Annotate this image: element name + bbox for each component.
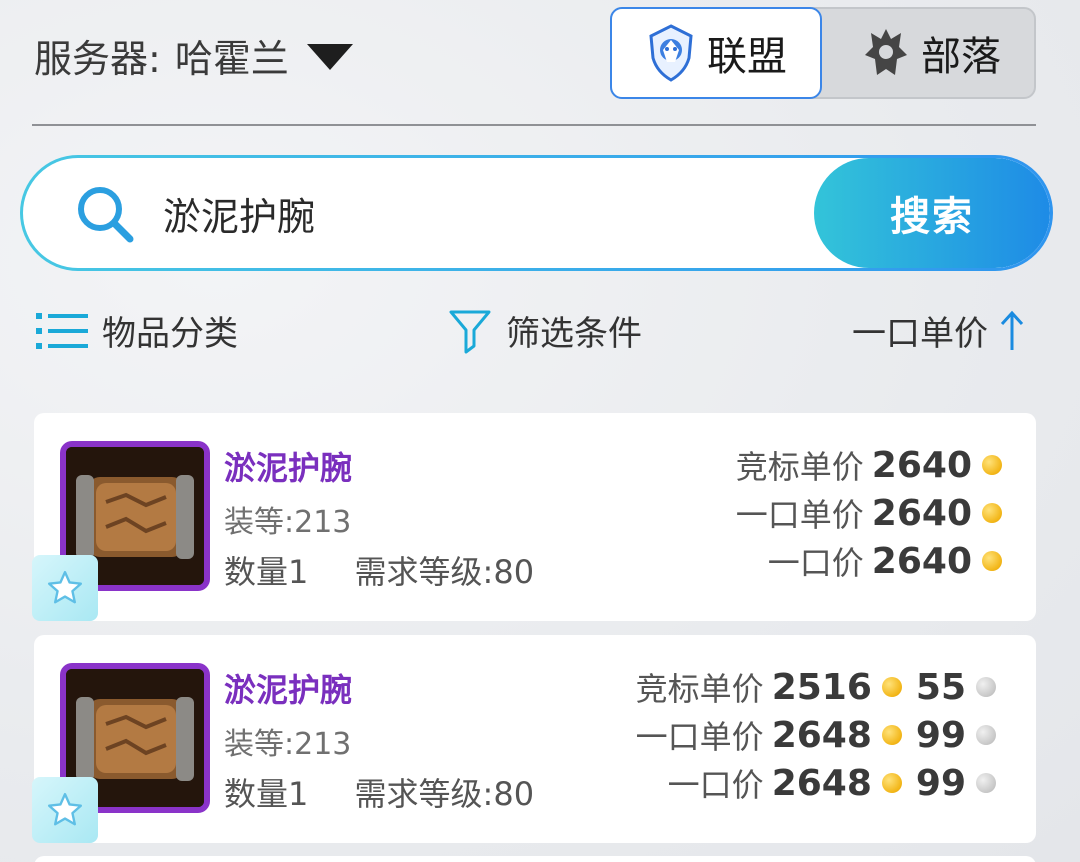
item-level: 装等:213 — [224, 727, 352, 762]
item-quantity: 数量1 — [224, 553, 309, 591]
category-label: 物品分类 — [102, 314, 238, 354]
horde-tab[interactable]: 部落 — [824, 7, 1038, 99]
list-item[interactable]: 淤泥护腕 装等:213 数量1 需求等级:80 竞标单价 2516 55 一口单… — [32, 635, 1036, 843]
search-button[interactable]: 搜索 — [814, 158, 1050, 268]
item-quantity: 数量1 — [224, 775, 309, 813]
bid-price-gold: 2640 — [871, 444, 972, 486]
item-name: 淤泥护腕 — [224, 671, 353, 709]
header: 服务器: 哈霍兰 联盟 部落 — [0, 0, 1080, 126]
bid-price-label: 竞标单价 — [735, 448, 864, 486]
search-input[interactable] — [163, 182, 783, 244]
gold-coin-icon — [881, 725, 902, 745]
list-item[interactable]: 淤泥护腕 装等:213 数量1 需求等级:80 竞标单价 2640 一口单价 2… — [32, 413, 1036, 621]
gold-coin-icon — [982, 503, 1002, 523]
silver-coin-icon — [976, 725, 996, 745]
buyout-gold: 2640 — [871, 540, 972, 582]
sort-button[interactable]: 一口单价 — [852, 306, 1024, 355]
alliance-crest-icon — [649, 24, 693, 82]
alliance-label: 联盟 — [707, 34, 787, 80]
category-button[interactable]: 物品分类 — [36, 306, 238, 355]
filter-label: 筛选条件 — [506, 314, 642, 354]
horde-crest-icon — [865, 29, 907, 75]
bid-price-label: 竞标单价 — [635, 670, 764, 708]
server-selector[interactable]: 服务器: 哈霍兰 — [34, 28, 353, 83]
faction-toggle: 联盟 部落 — [610, 7, 1036, 99]
favorite-star-icon[interactable] — [32, 555, 98, 621]
funnel-icon — [449, 310, 491, 353]
search-bar: 搜索 — [20, 155, 1053, 271]
sort-label: 一口单价 — [852, 314, 988, 354]
buyout-row: 一口价 2640 — [736, 537, 1002, 585]
item-required-level: 需求等级:80 — [354, 775, 535, 813]
price-block: 竞标单价 2640 一口单价 2640 一口价 2640 — [736, 441, 1002, 585]
buyout-silver: 99 — [915, 762, 966, 804]
unit-buyout-label: 一口单价 — [635, 718, 764, 756]
favorite-star-icon[interactable] — [32, 777, 98, 843]
price-block: 竞标单价 2516 55 一口单价 2648 99 一口价 2648 99 — [636, 663, 1002, 807]
horde-label: 部落 — [921, 34, 1001, 80]
silver-coin-icon — [976, 677, 996, 697]
arrow-up-icon — [1000, 310, 1024, 350]
unit-buyout-row: 一口单价 2640 — [736, 489, 1002, 537]
bid-price-row: 竞标单价 2516 55 — [636, 663, 1002, 711]
search-icon — [78, 187, 134, 243]
bid-price-gold: 2516 — [771, 666, 872, 708]
list-icon — [36, 312, 88, 349]
next-card-edge — [34, 856, 1036, 862]
buyout-label: 一口价 — [667, 766, 764, 804]
buyout-label: 一口价 — [767, 544, 864, 582]
item-meta: 数量1 需求等级:80 — [224, 769, 534, 815]
unit-buyout-gold: 2648 — [771, 714, 872, 756]
silver-coin-icon — [976, 773, 996, 793]
gold-coin-icon — [881, 773, 902, 793]
unit-buyout-label: 一口单价 — [735, 496, 864, 534]
caret-down-icon — [306, 43, 353, 70]
unit-buyout-row: 一口单价 2648 99 — [636, 711, 1002, 759]
filter-button[interactable]: 筛选条件 — [448, 306, 642, 355]
server-label: 服务器: — [34, 37, 161, 81]
gold-coin-icon — [982, 455, 1002, 475]
item-name: 淤泥护腕 — [224, 449, 353, 487]
item-required-level: 需求等级:80 — [354, 553, 535, 591]
bid-price-row: 竞标单价 2640 — [736, 441, 1002, 489]
filter-bar: 物品分类 筛选条件 一口单价 — [0, 296, 1080, 360]
bid-price-silver: 55 — [915, 666, 966, 708]
alliance-tab[interactable]: 联盟 — [610, 7, 822, 99]
buyout-gold: 2648 — [771, 762, 872, 804]
item-level: 装等:213 — [224, 505, 352, 540]
item-meta: 数量1 需求等级:80 — [224, 547, 534, 593]
unit-buyout-gold: 2640 — [871, 492, 972, 534]
gold-coin-icon — [982, 551, 1002, 571]
server-value: 哈霍兰 — [174, 37, 289, 81]
header-divider — [32, 124, 1036, 126]
unit-buyout-silver: 99 — [915, 714, 966, 756]
gold-coin-icon — [881, 677, 902, 697]
buyout-row: 一口价 2648 99 — [636, 759, 1002, 807]
